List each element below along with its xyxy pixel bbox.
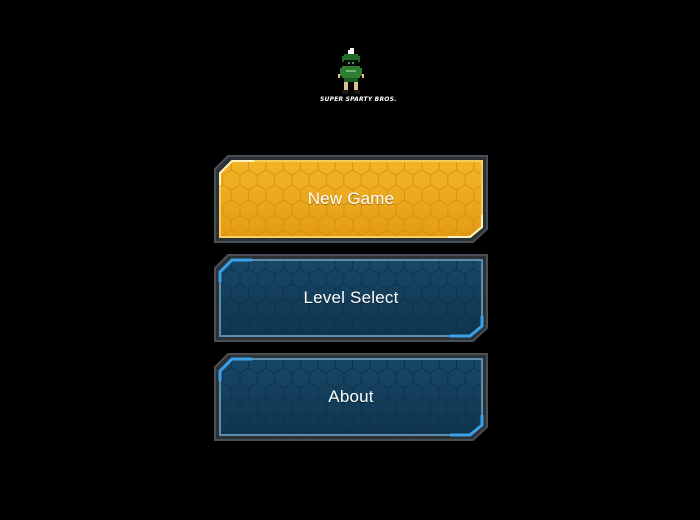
new-game-label: New Game xyxy=(307,189,395,208)
logo-text: SUPER SPARTY BROS. xyxy=(320,96,397,103)
new-game-button[interactable]: New Game xyxy=(214,155,488,243)
level-select-button[interactable]: Level Select xyxy=(214,254,488,342)
about-label: About xyxy=(328,387,374,406)
about-button[interactable]: About xyxy=(214,353,488,441)
pixel-spartan-character-icon xyxy=(338,48,364,94)
main-menu-screen: SUPER SPARTY BROS. New Game Level Select xyxy=(0,0,700,520)
level-select-label: Level Select xyxy=(303,288,399,307)
game-logo: SUPER SPARTY BROS. xyxy=(320,48,397,108)
